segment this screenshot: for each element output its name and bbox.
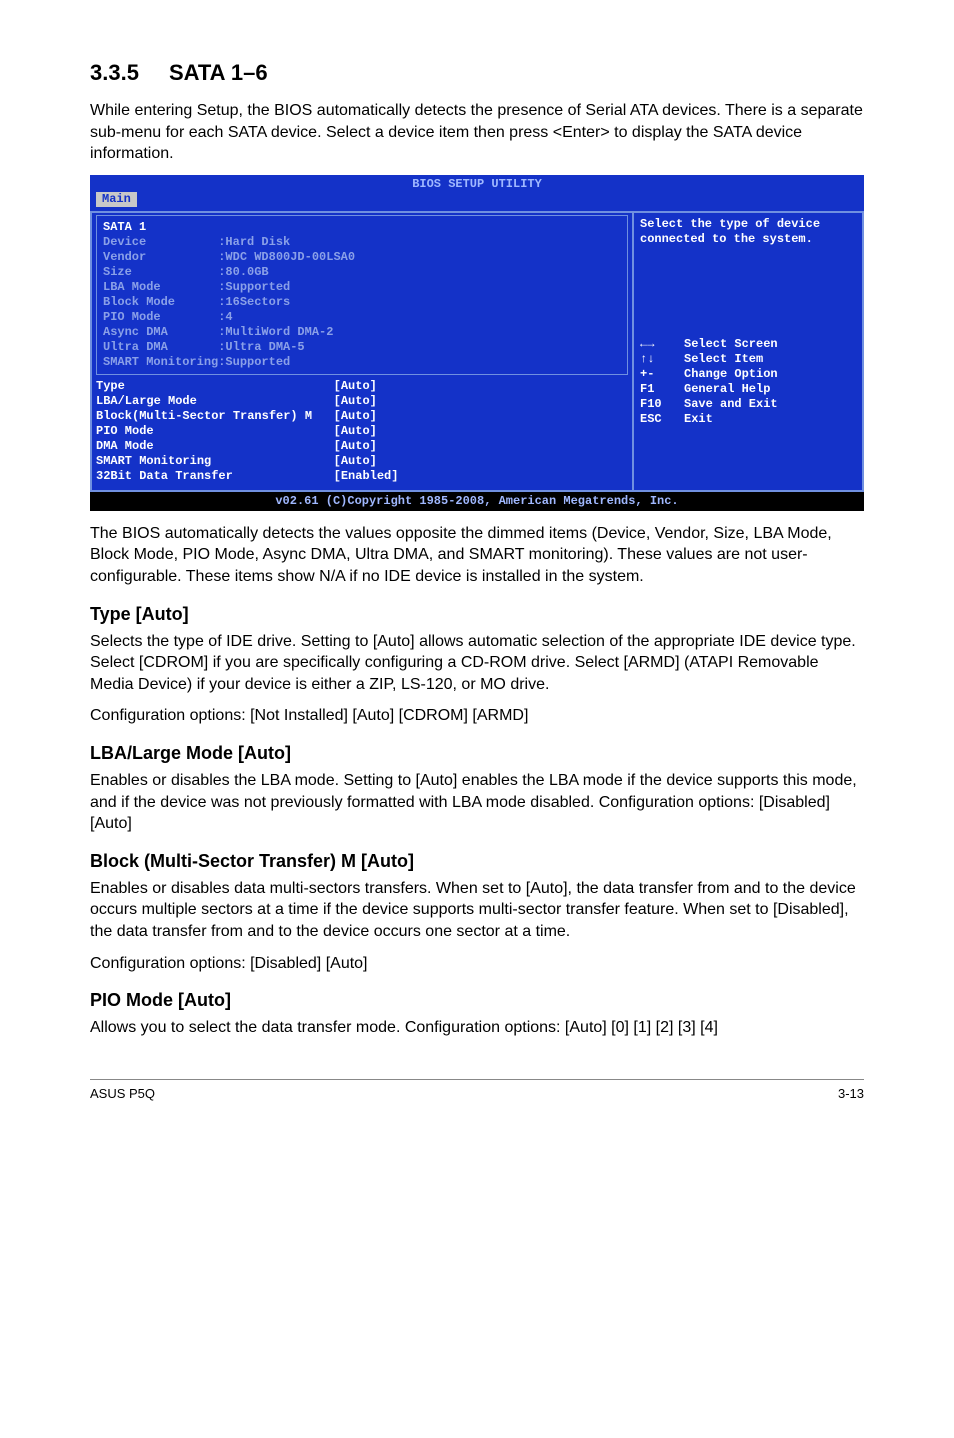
block-paragraph-2: Configuration options: [Disabled] [Auto] <box>90 953 864 975</box>
legend-text: Select Screen <box>684 337 856 352</box>
bios-legend-row: F1General Help <box>640 382 856 397</box>
legend-text: Change Option <box>684 367 856 382</box>
bios-info-row: PIO Mode :4 <box>103 310 621 325</box>
lba-paragraph: Enables or disables the LBA mode. Settin… <box>90 770 864 835</box>
heading-lba: LBA/Large Mode [Auto] <box>90 743 864 764</box>
bios-info-row: Vendor :WDC WD800JD-00LSA0 <box>103 250 621 265</box>
page-footer: ASUS P5Q 3-13 <box>90 1079 864 1101</box>
heading-type: Type [Auto] <box>90 604 864 625</box>
legend-text: Exit <box>684 412 856 427</box>
bios-setting-row[interactable]: PIO Mode [Auto] <box>96 424 628 439</box>
bios-legend-row: ←→Select Screen <box>640 337 856 352</box>
legend-text: General Help <box>684 382 856 397</box>
bios-info-row: LBA Mode :Supported <box>103 280 621 295</box>
bios-setting-row[interactable]: Type [Auto] <box>96 379 628 394</box>
bios-footer: v02.61 (C)Copyright 1985-2008, American … <box>90 492 864 511</box>
bios-info-row: Device :Hard Disk <box>103 235 621 250</box>
bios-info-row: SMART Monitoring:Supported <box>103 355 621 370</box>
bios-right-pane: Select the type of device connected to t… <box>634 211 864 492</box>
legend-text: Save and Exit <box>684 397 856 412</box>
bios-setting-row[interactable]: 32Bit Data Transfer [Enabled] <box>96 469 628 484</box>
bios-setting-row[interactable]: SMART Monitoring [Auto] <box>96 454 628 469</box>
section-title: SATA 1–6 <box>169 60 268 85</box>
intro-paragraph: While entering Setup, the BIOS automatic… <box>90 100 864 165</box>
legend-key: ESC <box>640 412 684 427</box>
bios-help-text: Select the type of device connected to t… <box>640 217 856 247</box>
legend-key: F10 <box>640 397 684 412</box>
bios-left-pane: SATA 1 Device :Hard DiskVendor :WDC WD80… <box>90 211 634 492</box>
type-paragraph-1: Selects the type of IDE drive. Setting t… <box>90 631 864 696</box>
section-number: 3.3.5 <box>90 60 139 85</box>
tab-main[interactable]: Main <box>96 192 137 207</box>
after-bios-paragraph: The BIOS automatically detects the value… <box>90 523 864 588</box>
bios-legend-row: +-Change Option <box>640 367 856 382</box>
bios-tab-row: Main <box>90 192 864 209</box>
sata-label: SATA 1 <box>103 220 621 235</box>
bios-setting-row[interactable]: DMA Mode [Auto] <box>96 439 628 454</box>
footer-left: ASUS P5Q <box>90 1086 155 1101</box>
footer-right: 3-13 <box>838 1086 864 1101</box>
bios-title: BIOS SETUP UTILITY <box>90 175 864 192</box>
bios-panel: BIOS SETUP UTILITY Main SATA 1 Device :H… <box>90 175 864 511</box>
pio-paragraph: Allows you to select the data transfer m… <box>90 1017 864 1039</box>
legend-key: +- <box>640 367 684 382</box>
legend-key: ←→ <box>640 337 684 352</box>
bios-legend-row: F10Save and Exit <box>640 397 856 412</box>
legend-key: ↑↓ <box>640 352 684 367</box>
legend-key: F1 <box>640 382 684 397</box>
bios-info-row: Ultra DMA :Ultra DMA-5 <box>103 340 621 355</box>
page-title: 3.3.5 SATA 1–6 <box>90 60 864 86</box>
heading-block: Block (Multi-Sector Transfer) M [Auto] <box>90 851 864 872</box>
bios-info-row: Block Mode :16Sectors <box>103 295 621 310</box>
legend-text: Select Item <box>684 352 856 367</box>
bios-info-row: Size :80.0GB <box>103 265 621 280</box>
type-paragraph-2: Configuration options: [Not Installed] [… <box>90 705 864 727</box>
bios-legend-row: ↑↓Select Item <box>640 352 856 367</box>
heading-pio: PIO Mode [Auto] <box>90 990 864 1011</box>
bios-info-row: Async DMA :MultiWord DMA-2 <box>103 325 621 340</box>
bios-setting-row[interactable]: Block(Multi-Sector Transfer) M [Auto] <box>96 409 628 424</box>
bios-legend-row: ESCExit <box>640 412 856 427</box>
bios-setting-row[interactable]: LBA/Large Mode [Auto] <box>96 394 628 409</box>
block-paragraph-1: Enables or disables data multi-sectors t… <box>90 878 864 943</box>
